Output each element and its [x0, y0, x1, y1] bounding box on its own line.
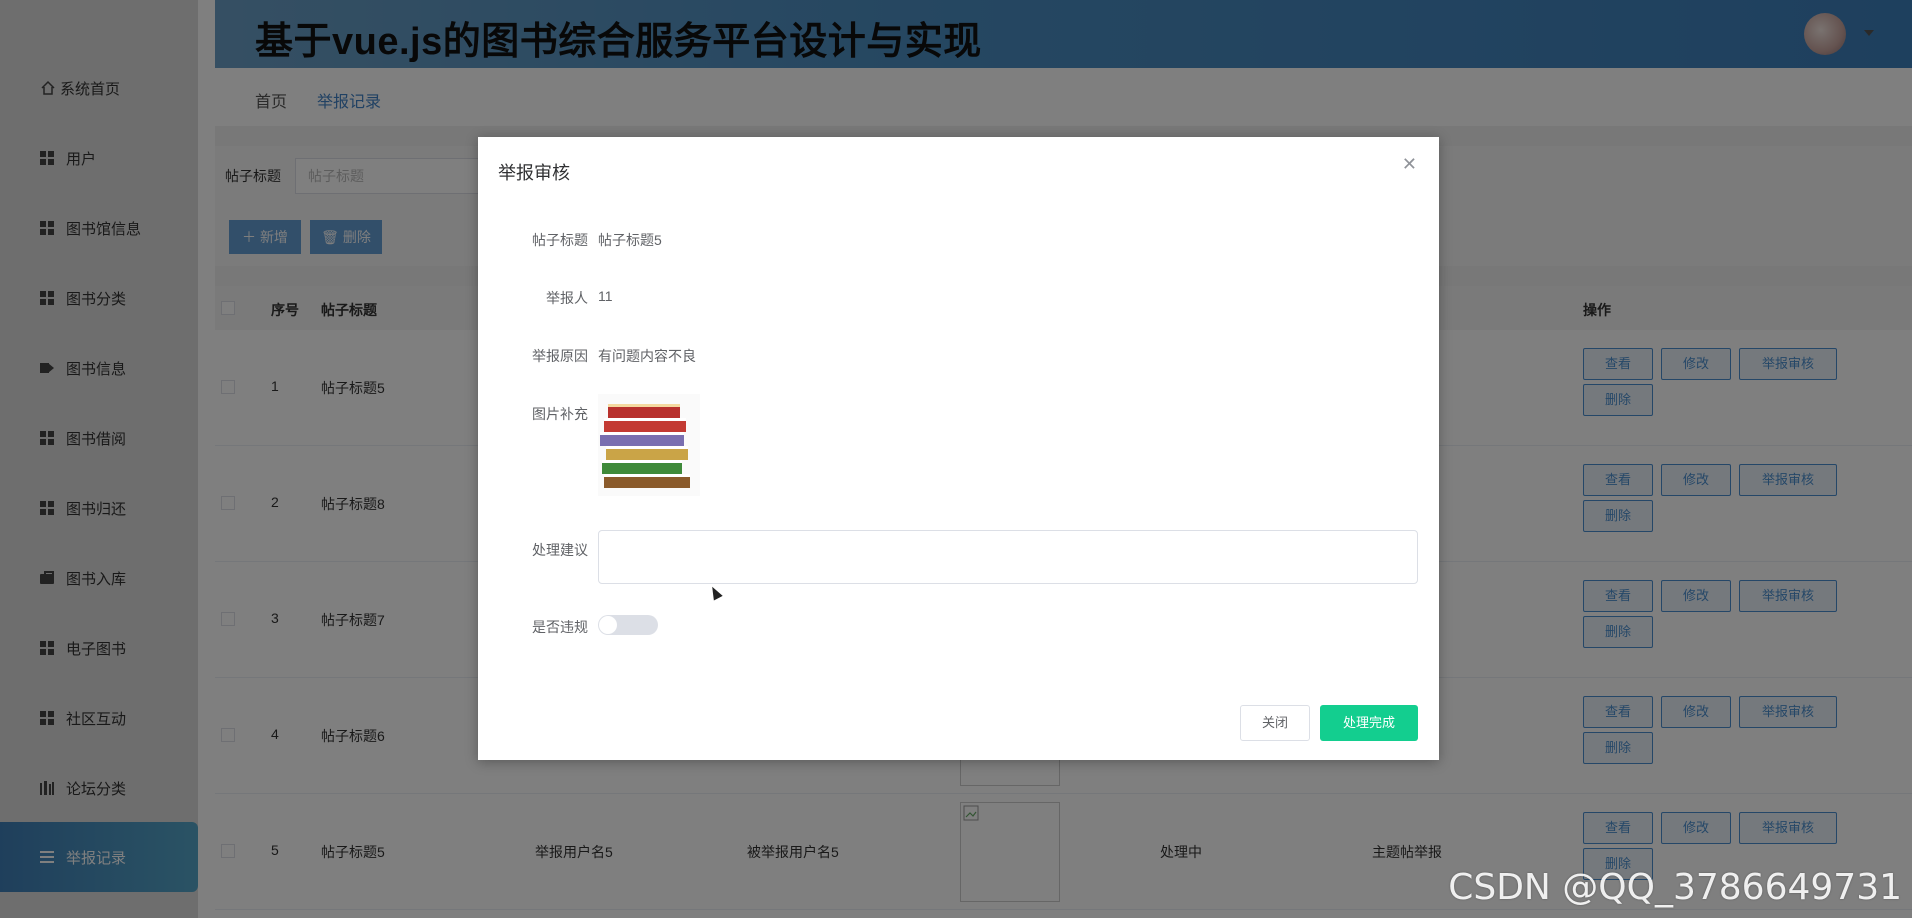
books-image — [598, 394, 700, 496]
close-icon[interactable]: ✕ — [1402, 155, 1417, 173]
violation-toggle[interactable] — [598, 615, 658, 635]
violation-label: 是否违规 — [532, 619, 588, 635]
process-done-button[interactable]: 处理完成 — [1320, 705, 1418, 741]
suggestion-textarea[interactable] — [598, 530, 1418, 584]
post-title-value: 帖子标题5 — [598, 232, 662, 248]
reporter-value: 11 — [598, 288, 613, 304]
report-review-dialog: 举报审核 ✕ 帖子标题 帖子标题5 举报人 11 举报原因 有问题内容不良 图片… — [478, 137, 1439, 760]
suggestion-label: 处理建议 — [532, 542, 588, 558]
toggle-knob — [599, 616, 617, 634]
report-image[interactable] — [598, 394, 700, 496]
reason-label: 举报原因 — [532, 348, 588, 364]
close-button[interactable]: 关闭 — [1240, 705, 1310, 741]
reporter-label: 举报人 — [546, 290, 588, 306]
reason-value: 有问题内容不良 — [598, 348, 696, 364]
post-title-label: 帖子标题 — [532, 232, 588, 248]
watermark: CSDN @QQ_3786649731 — [1448, 867, 1902, 908]
image-label: 图片补充 — [532, 406, 588, 422]
dialog-title: 举报审核 — [498, 163, 570, 183]
